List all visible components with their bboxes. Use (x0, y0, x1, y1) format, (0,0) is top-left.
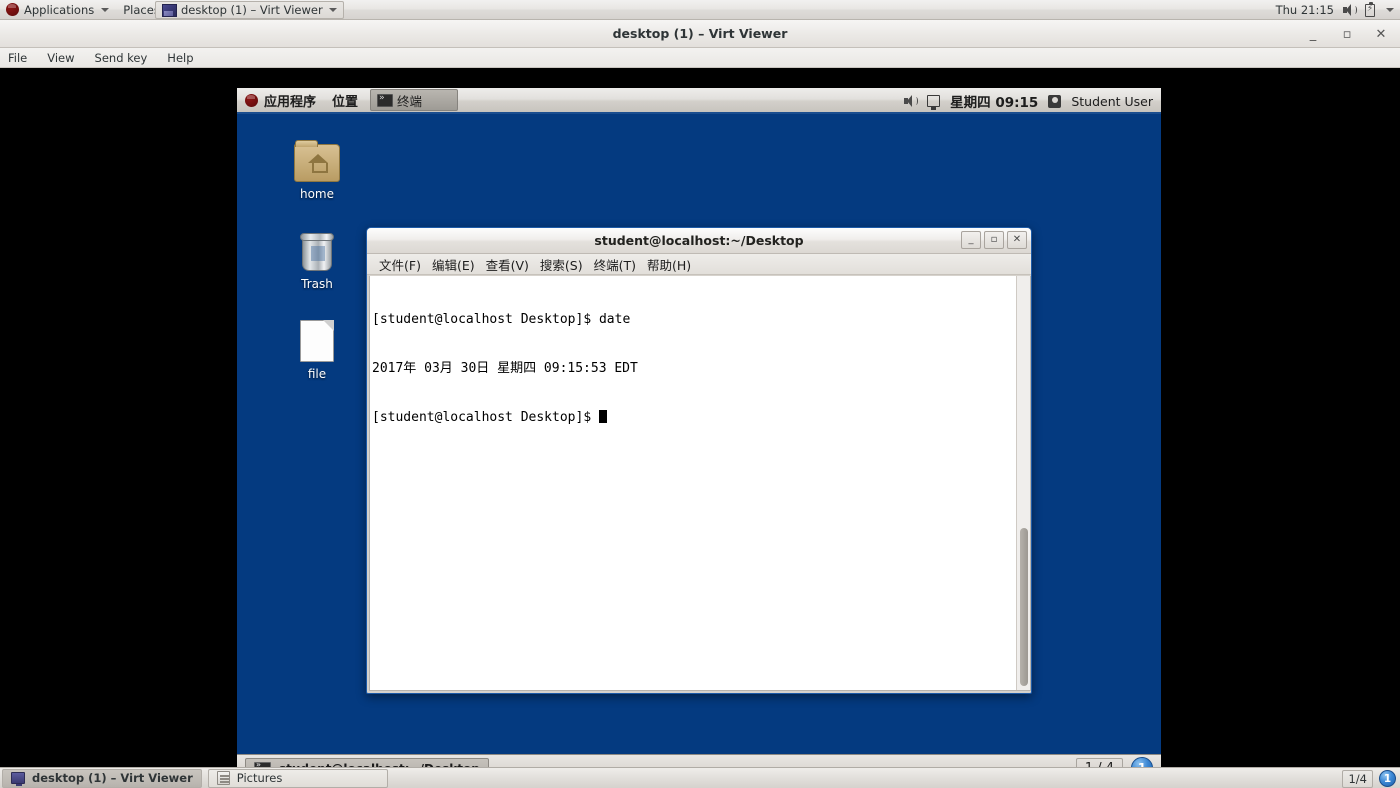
file-manager-icon (216, 771, 230, 785)
terminal-title: student@localhost:~/Desktop (594, 233, 804, 248)
document-file-icon (278, 314, 356, 362)
minimize-button[interactable]: _ (1306, 28, 1320, 41)
guest-clock[interactable]: 星期四 09:15 (950, 91, 1038, 111)
fedora-logo-icon (245, 93, 258, 107)
host-top-panel-tray: Thu 21:15 (1276, 0, 1394, 20)
host-window-list-label: desktop (1) – Virt Viewer (181, 3, 323, 17)
desktop-icon-trash-label: Trash (301, 277, 333, 291)
terminal-close-button[interactable]: ✕ (1007, 231, 1027, 249)
menu-help[interactable]: Help (165, 51, 195, 65)
terminal-prompt: [student@localhost Desktop]$ (372, 410, 599, 426)
terminal-maximize-button[interactable]: ▫ (984, 231, 1004, 249)
terminal-cursor (598, 410, 607, 424)
host-workspace-switcher[interactable]: 1/4 1 (1342, 768, 1396, 788)
terminal-line: [student@localhost Desktop]$ date (372, 311, 631, 327)
menu-view[interactable]: View (45, 51, 76, 65)
home-folder-icon (278, 134, 356, 182)
speaker-icon[interactable] (904, 95, 919, 107)
desktop-icon-file-label: file (307, 367, 327, 381)
host-taskbar-item-pictures[interactable]: Pictures (207, 768, 388, 788)
monitor-icon (11, 772, 25, 786)
terminal-prompt-line: [student@localhost Desktop]$ (372, 410, 1012, 426)
host-taskbar-item-virt-viewer[interactable]: desktop (1) – Virt Viewer (2, 768, 202, 788)
display-icon[interactable] (927, 95, 941, 110)
terminal-titlebar[interactable]: student@localhost:~/Desktop _ ▫ ✕ (367, 228, 1031, 254)
user-icon (1048, 94, 1062, 108)
screenshot-root: Applications Places desktop (1) – Virt V… (0, 0, 1400, 788)
virt-viewer-titlebar: desktop (1) – Virt Viewer _ ▫ ✕ (0, 20, 1400, 48)
terminal-scrollbar[interactable] (1016, 276, 1030, 690)
host-window-list-item[interactable]: desktop (1) – Virt Viewer (155, 1, 344, 19)
terminal-line: 2017年 03月 30日 星期四 09:15:53 EDT (372, 361, 638, 377)
terminal-text: [student@localhost Desktop]$ date 2017年 … (372, 279, 1012, 459)
terminal-window: student@localhost:~/Desktop _ ▫ ✕ 文件(F) … (366, 227, 1032, 694)
terminal-menu-terminal[interactable]: 终端(T) (594, 255, 636, 274)
virt-viewer-canvas: 应用程序 位置 终端 星期四 09:15 (0, 69, 1400, 782)
host-taskbar-label-virt-viewer: desktop (1) – Virt Viewer (32, 771, 193, 785)
guest-top-panel-tray: 星期四 09:15 Student User (904, 88, 1153, 114)
chevron-down-icon (101, 7, 110, 12)
battery-icon[interactable] (1365, 1, 1375, 17)
virt-viewer-menubar: File View Send key Help (0, 48, 1400, 68)
host-top-panel: Applications Places desktop (1) – Virt V… (0, 0, 1400, 20)
terminal-icon (377, 93, 394, 107)
host-applications-menu[interactable]: Applications (0, 0, 116, 20)
desktop-icon-file[interactable]: file (278, 314, 356, 381)
trash-can-icon (278, 224, 356, 272)
terminal-menu-edit[interactable]: 编辑(E) (432, 255, 475, 274)
virt-viewer-icon (162, 3, 177, 17)
host-applications-label: Applications (24, 2, 95, 17)
maximize-button[interactable]: ▫ (1340, 28, 1354, 41)
menu-file[interactable]: File (6, 51, 29, 65)
close-button[interactable]: ✕ (1374, 28, 1388, 41)
guest-desktop: 应用程序 位置 终端 星期四 09:15 (237, 88, 1161, 782)
guest-top-panel: 应用程序 位置 终端 星期四 09:15 (237, 88, 1161, 114)
guest-places-menu[interactable]: 位置 (324, 88, 366, 112)
host-taskbar-label-pictures: Pictures (236, 771, 283, 785)
terminal-window-controls: _ ▫ ✕ (961, 231, 1027, 249)
desktop-icon-trash[interactable]: Trash (278, 224, 356, 291)
chevron-down-icon[interactable] (1386, 8, 1394, 12)
guest-places-label: 位置 (332, 94, 359, 110)
terminal-menu-search[interactable]: 搜索(S) (540, 255, 583, 274)
terminal-menubar: 文件(F) 编辑(E) 查看(V) 搜索(S) 终端(T) 帮助(H) (367, 254, 1031, 275)
terminal-menu-file[interactable]: 文件(F) (379, 255, 421, 274)
terminal-output-area[interactable]: [student@localhost Desktop]$ date 2017年 … (369, 276, 1031, 691)
virt-viewer-window-controls: _ ▫ ✕ (1306, 20, 1396, 48)
terminal-scrollbar-thumb[interactable] (1020, 528, 1028, 686)
fedora-logo-icon (6, 3, 19, 16)
host-clock[interactable]: Thu 21:15 (1276, 3, 1334, 17)
speaker-icon[interactable] (1343, 4, 1357, 16)
guest-window-list-label: 终端 (397, 93, 423, 109)
terminal-minimize-button[interactable]: _ (961, 231, 981, 249)
menu-send-key[interactable]: Send key (93, 51, 150, 65)
terminal-menu-view[interactable]: 查看(V) (486, 255, 529, 274)
virt-viewer-title: desktop (1) – Virt Viewer (612, 26, 788, 41)
desktop-icon-home[interactable]: home (278, 134, 356, 201)
guest-user-label[interactable]: Student User (1071, 94, 1153, 109)
terminal-menu-help[interactable]: 帮助(H) (647, 255, 691, 274)
guest-applications-label: 应用程序 (264, 94, 317, 110)
virt-viewer-window: desktop (1) – Virt Viewer _ ▫ ✕ File Vie… (0, 20, 1400, 782)
desktop-icon-home-label: home (299, 187, 335, 201)
host-bottom-panel: desktop (1) – Virt Viewer Pictures 1/4 1 (0, 767, 1400, 788)
chevron-down-icon (328, 8, 337, 12)
host-workspace-count: 1/4 (1342, 769, 1373, 788)
guest-applications-menu[interactable]: 应用程序 (237, 88, 324, 112)
host-workspace-current-badge[interactable]: 1 (1379, 770, 1396, 787)
guest-window-list-terminal[interactable]: 终端 (370, 89, 459, 111)
